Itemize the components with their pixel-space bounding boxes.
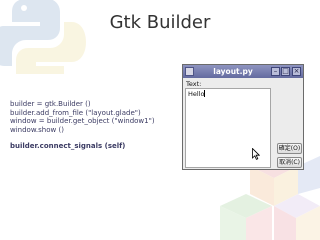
text-view[interactable]: Hello	[185, 88, 271, 168]
text-caret	[204, 90, 206, 97]
text-view-value: Hello	[188, 90, 205, 98]
ok-button[interactable]: 確定(O)	[277, 143, 302, 154]
window-title: layout.py	[213, 67, 253, 76]
text-view-content: Hello	[188, 90, 206, 98]
code-line: window.show ()	[10, 125, 64, 134]
text-label: Text:	[186, 80, 202, 88]
window-app-icon[interactable]	[185, 67, 194, 76]
code-line: builder.add_from_file ("layout.glade")	[10, 108, 141, 117]
maximize-icon[interactable]: □	[281, 67, 290, 76]
slide-title: Gtk Builder	[109, 12, 211, 33]
code-line-emphasis: builder.connect_signals (self)	[10, 142, 126, 151]
code-spacer	[10, 134, 182, 142]
code-snippet: builder = gtk.Builder () builder.add_fro…	[10, 100, 182, 151]
mouse-pointer-icon	[252, 148, 260, 160]
gtk-window: layout.py – □ × Text: Hello 確定(O) 取消(C)	[182, 64, 304, 170]
slide: Gtk Builder builder = gtk.Builder () bui…	[0, 0, 320, 240]
window-titlebar[interactable]: layout.py – □ ×	[183, 65, 303, 78]
code-line: builder = gtk.Builder ()	[10, 100, 91, 108]
cancel-button[interactable]: 取消(C)	[277, 157, 302, 168]
close-icon[interactable]: ×	[292, 67, 301, 76]
code-line: window = builder.get_object ("window1")	[10, 117, 155, 126]
minimize-icon[interactable]: –	[271, 67, 280, 76]
